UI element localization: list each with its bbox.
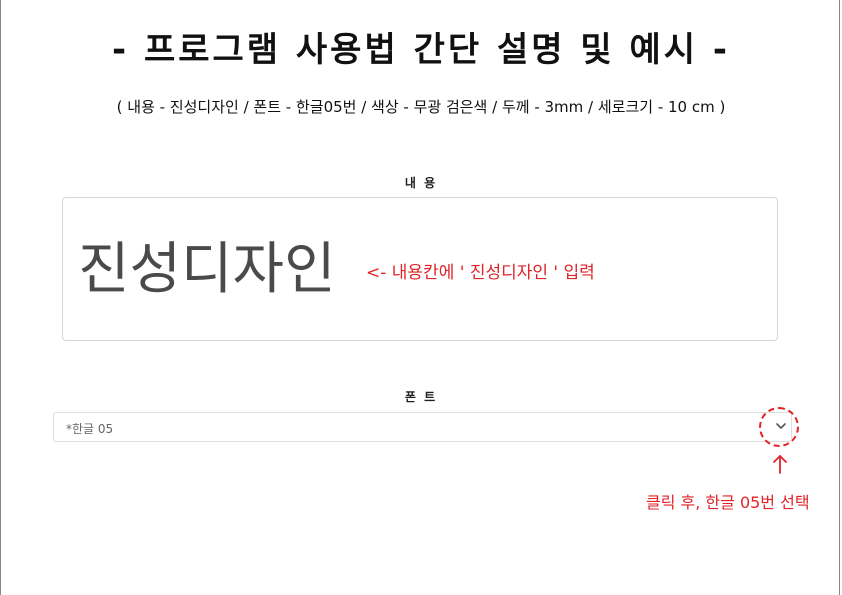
dashed-circle-annotation: [759, 407, 799, 447]
content-annotation: <- 내용칸에 ' 진성디자인 ' 입력: [366, 263, 595, 283]
font-annotation: 클릭 후, 한글 05번 선택: [646, 493, 810, 512]
font-label: 폰 트: [404, 390, 438, 404]
content-input-value: 진성디자인: [78, 237, 336, 302]
content-label: 내 용: [404, 176, 438, 190]
font-select[interactable]: *한글 05: [53, 412, 792, 442]
font-select-value: *한글 05: [66, 422, 114, 436]
arrow-up-icon: [773, 455, 787, 474]
page-title: - 프로그램 사용법 간단 설명 및 예시 -: [112, 30, 730, 70]
page-subtitle: ( 내용 - 진성디자인 / 폰트 - 한글05번 / 색상 - 무광 검은색 …: [116, 98, 726, 116]
